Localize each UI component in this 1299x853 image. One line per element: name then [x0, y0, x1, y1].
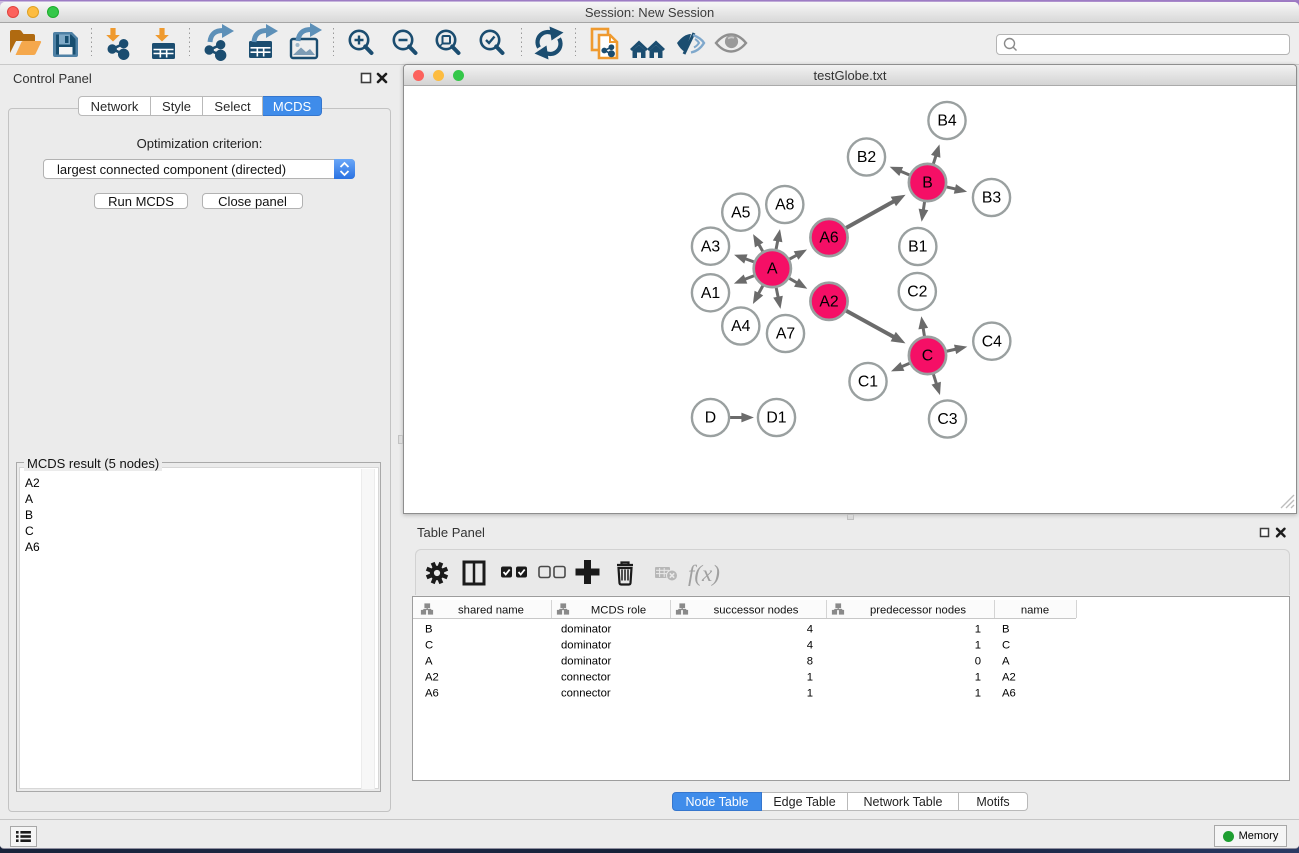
svg-text:1: 1 [807, 672, 813, 684]
svg-text:name: name [1021, 605, 1049, 617]
svg-text:predecessor nodes: predecessor nodes [870, 605, 966, 617]
svg-text:1: 1 [807, 688, 813, 700]
svg-text:C4: C4 [982, 333, 1002, 350]
svg-text:f(x): f(x) [688, 561, 720, 586]
svg-text:8: 8 [807, 656, 813, 668]
svg-text:A1: A1 [701, 285, 721, 302]
svg-text:D: D [705, 410, 716, 427]
svg-text:C3: C3 [937, 411, 957, 428]
svg-text:A2: A2 [425, 672, 439, 684]
svg-text:A5: A5 [731, 204, 751, 221]
svg-text:B4: B4 [937, 113, 957, 130]
svg-text:connector: connector [561, 688, 611, 700]
svg-text:0: 0 [975, 656, 981, 668]
svg-text:dominator: dominator [561, 624, 611, 636]
svg-text:A6: A6 [819, 230, 839, 247]
svg-text:A: A [425, 656, 433, 668]
svg-text:B3: B3 [982, 190, 1002, 207]
svg-text:C1: C1 [858, 374, 878, 391]
svg-text:dominator: dominator [561, 640, 611, 652]
svg-text:B: B [1002, 624, 1010, 636]
svg-text:A: A [767, 261, 778, 278]
svg-text:C: C [425, 640, 433, 652]
svg-text:A4: A4 [731, 318, 751, 335]
svg-text:1: 1 [975, 688, 981, 700]
svg-text:C: C [922, 348, 933, 365]
svg-text:A2: A2 [1002, 672, 1016, 684]
svg-text:4: 4 [807, 624, 813, 636]
svg-text:1: 1 [975, 640, 981, 652]
svg-text:MCDS role: MCDS role [591, 605, 646, 617]
svg-text:shared name: shared name [458, 605, 524, 617]
svg-text:C2: C2 [907, 284, 927, 301]
svg-text:dominator: dominator [561, 656, 611, 668]
svg-text:D1: D1 [766, 410, 786, 427]
svg-text:1: 1 [975, 672, 981, 684]
svg-text:successor nodes: successor nodes [714, 605, 799, 617]
svg-text:B: B [425, 624, 433, 636]
svg-text:1: 1 [975, 624, 981, 636]
svg-text:C: C [1002, 640, 1010, 652]
svg-text:A6: A6 [425, 688, 439, 700]
svg-text:A2: A2 [819, 294, 838, 311]
svg-text:B2: B2 [857, 149, 876, 166]
svg-text:connector: connector [561, 672, 611, 684]
svg-text:B1: B1 [908, 239, 928, 256]
svg-text:4: 4 [807, 640, 813, 652]
svg-text:A7: A7 [776, 326, 795, 343]
svg-text:A3: A3 [701, 238, 721, 255]
svg-text:A8: A8 [775, 197, 795, 214]
svg-text:A6: A6 [1002, 688, 1016, 700]
svg-text:B: B [922, 175, 933, 192]
svg-text:A: A [1002, 656, 1010, 668]
